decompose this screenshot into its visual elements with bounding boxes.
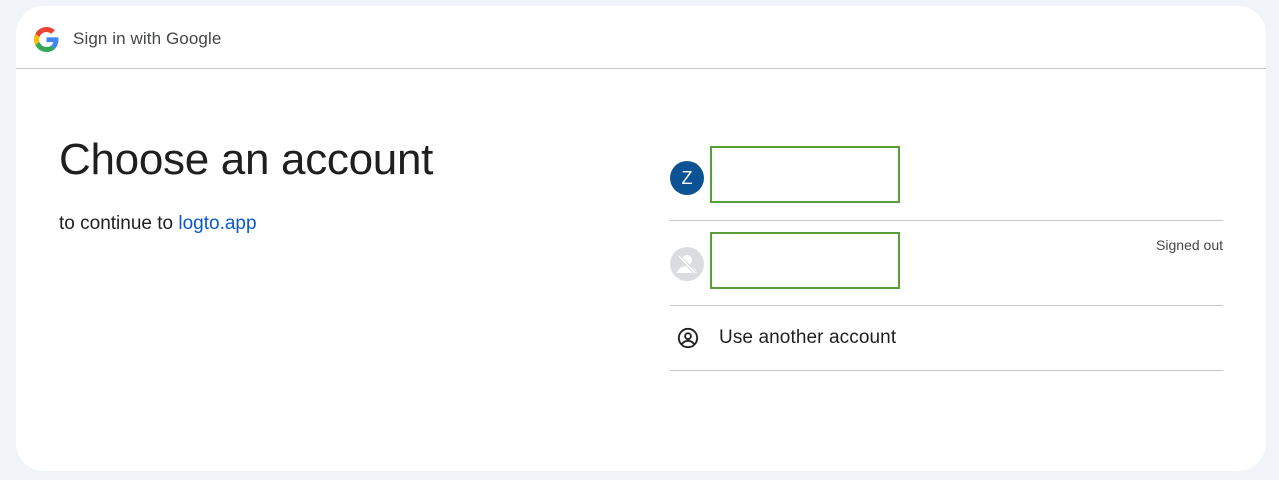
avatar-letter: Z xyxy=(681,167,693,188)
subtitle: to continue to logto.app xyxy=(59,213,257,235)
google-g-icon xyxy=(34,27,59,52)
use-another-account-label: Use another account xyxy=(719,327,897,348)
header: Sign in with Google xyxy=(16,6,1266,69)
account-name-box xyxy=(710,232,900,289)
signed-out-user-icon-svg xyxy=(677,254,697,275)
app-link[interactable]: logto.app xyxy=(178,213,256,234)
account-name-box xyxy=(710,146,900,203)
sign-in-card: Sign in with Google Choose an account to… xyxy=(16,6,1266,471)
avatar: Z xyxy=(670,161,704,195)
subtitle-prefix: to continue to xyxy=(59,213,179,234)
signed-out-user-icon xyxy=(670,247,704,281)
signed-out-status: Signed out xyxy=(1156,237,1223,253)
account-list: Z Signed out Use another account xyxy=(670,136,1223,371)
header-title: Sign in with Google xyxy=(73,29,222,48)
account-circle-icon xyxy=(677,327,699,349)
account-item-1[interactable]: Z xyxy=(670,136,1223,221)
account-item-2[interactable]: Signed out xyxy=(670,221,1223,306)
use-another-account-button[interactable]: Use another account xyxy=(670,306,1223,371)
page-title: Choose an account xyxy=(59,135,434,184)
